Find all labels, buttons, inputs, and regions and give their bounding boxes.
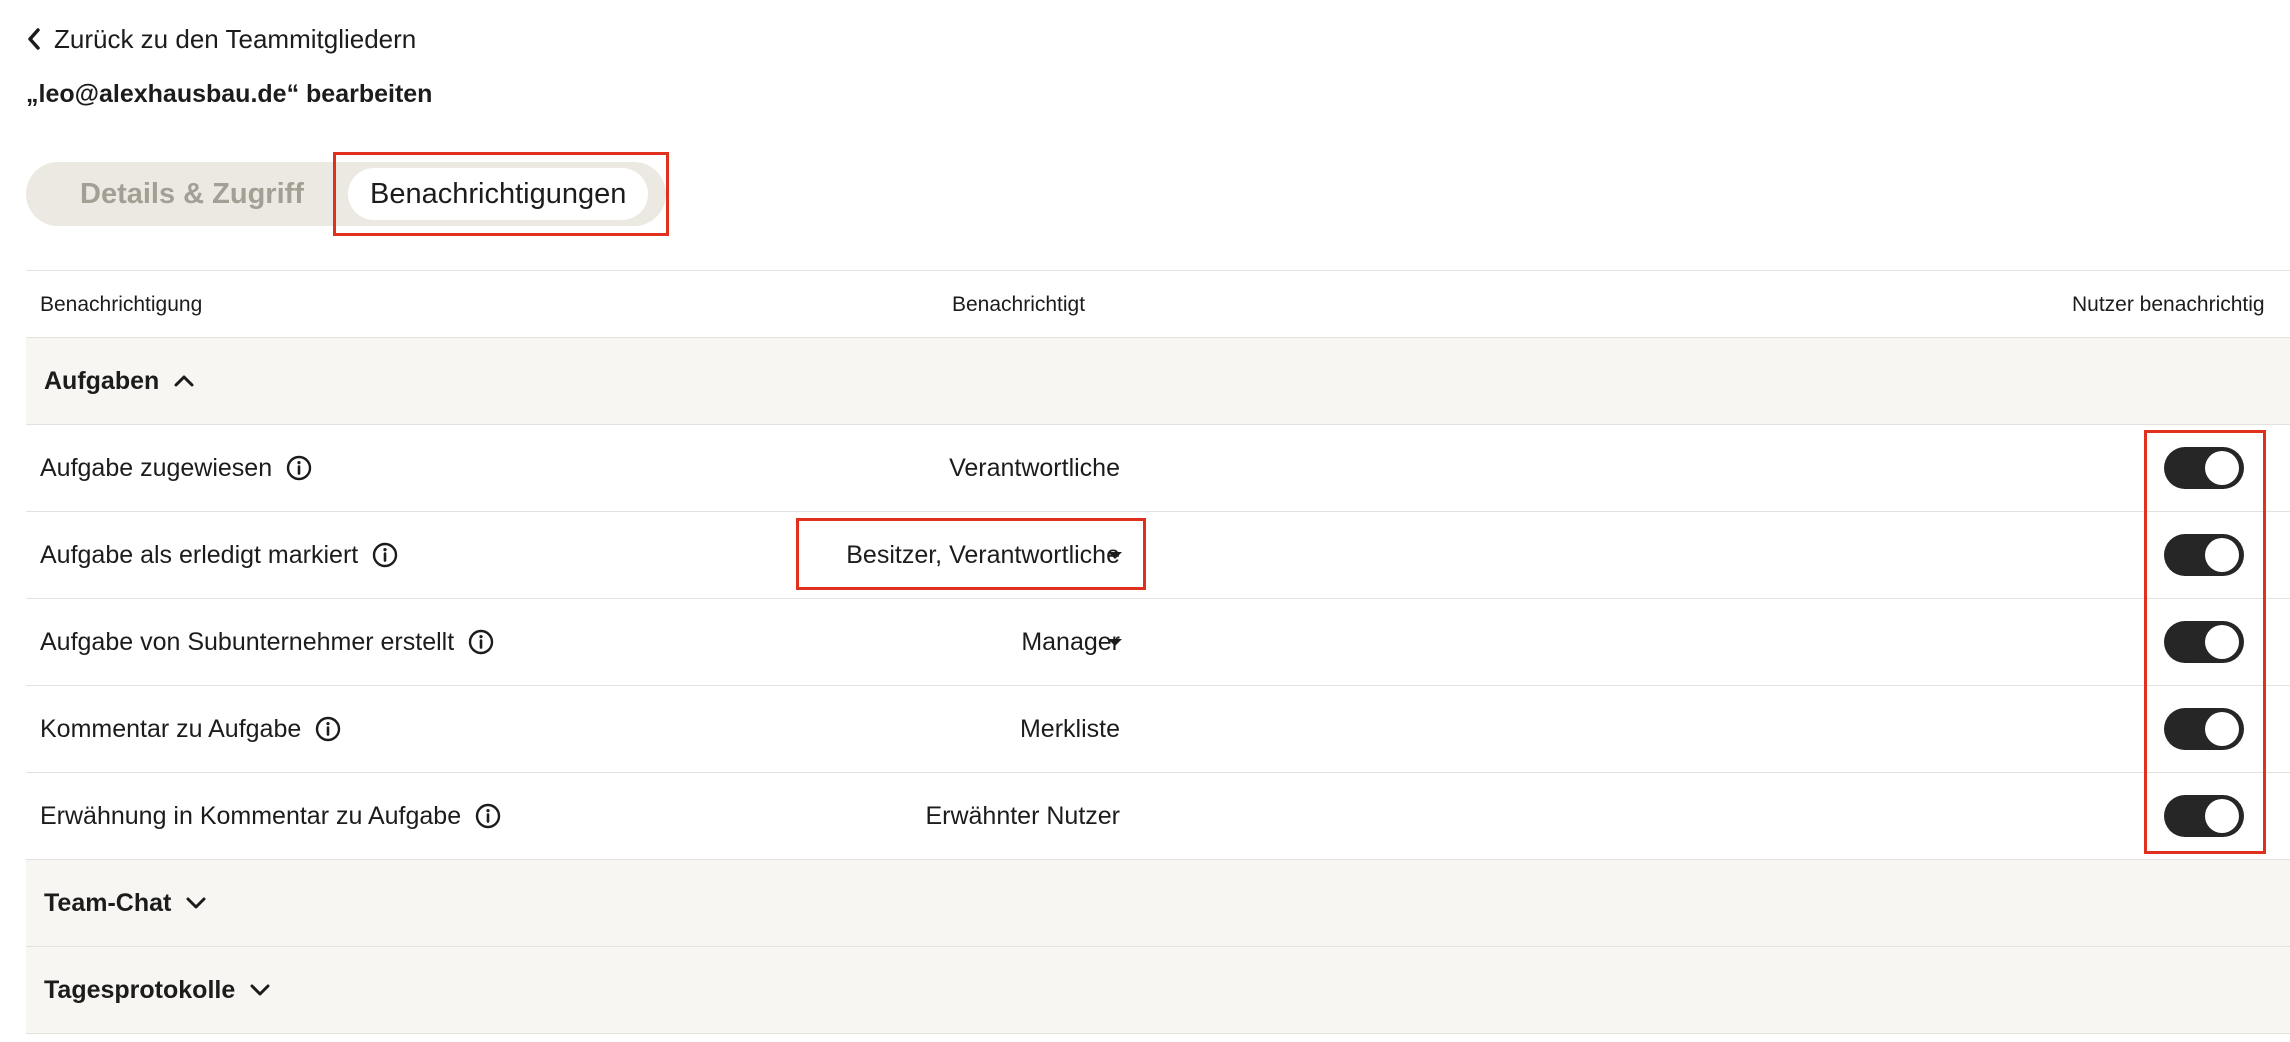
column-header-notify-user: Nutzer benachrichtig	[2072, 293, 2265, 316]
tab-notifications[interactable]: Benachrichtigungen	[348, 168, 649, 220]
table-row: Aufgabe zugewiesen Verantwortliche	[26, 425, 2290, 512]
info-circle-icon[interactable]	[475, 803, 501, 829]
notify-user-toggle[interactable]	[2164, 447, 2244, 489]
caret-down-icon[interactable]	[1108, 552, 1122, 559]
tab-details-access[interactable]: Details & Zugriff	[80, 162, 304, 226]
toggle-knob	[2205, 451, 2239, 485]
table-row: Erwähnung in Kommentar zu Aufgabe Erwähn…	[26, 773, 2290, 860]
info-circle-icon[interactable]	[372, 542, 398, 568]
column-header-notified: Benachrichtigt	[952, 293, 1086, 316]
page-title: „leo@alexhausbau.de“ bearbeiten	[26, 80, 433, 108]
chevron-up-icon	[174, 375, 194, 387]
info-circle-icon[interactable]	[468, 629, 494, 655]
notify-user-toggle[interactable]	[2164, 795, 2244, 837]
notified-recipients: Verantwortliche	[949, 453, 1120, 482]
notified-recipients-dropdown[interactable]: Besitzer, Verantwortliche	[846, 512, 1120, 598]
back-link-label: Zurück zu den Teammitgliedern	[54, 23, 417, 54]
notify-user-toggle[interactable]	[2164, 708, 2244, 750]
notification-name: Aufgabe von Subunternehmer erstellt	[40, 627, 455, 656]
chevron-left-icon	[28, 28, 40, 50]
notify-user-toggle[interactable]	[2164, 621, 2244, 663]
toggle-knob	[2205, 625, 2239, 659]
info-circle-icon[interactable]	[286, 455, 312, 481]
notifications-table: Benachrichtigung Benachrichtigt Nutzer b…	[26, 270, 2290, 1034]
table-row: Aufgabe als erledigt markiert Besitzer, …	[26, 512, 2290, 599]
table-row: Aufgabe von Subunternehmer erstellt Mana…	[26, 599, 2290, 686]
notified-recipients: Erwähnter Nutzer	[925, 801, 1120, 830]
back-link[interactable]: Zurück zu den Teammitgliedern	[26, 22, 416, 56]
tab-bar: Details & Zugriff Benachrichtigungen	[26, 162, 666, 226]
caret-down-icon[interactable]	[1108, 639, 1122, 646]
notification-name: Aufgabe als erledigt markiert	[40, 540, 359, 569]
toggle-knob	[2205, 538, 2239, 572]
chevron-down-icon	[186, 897, 206, 909]
section-title: Team-Chat	[44, 888, 172, 917]
section-header-team-chat[interactable]: Team-Chat	[26, 860, 2290, 947]
section-title: Tagesprotokolle	[44, 975, 236, 1004]
info-circle-icon[interactable]	[315, 716, 341, 742]
chevron-down-icon	[250, 984, 270, 996]
column-header-notification: Benachrichtigung	[40, 293, 203, 316]
notified-recipients-dropdown[interactable]: Manager	[1021, 599, 1120, 685]
toggle-knob	[2205, 799, 2239, 833]
section-header-tagesprotokolle[interactable]: Tagesprotokolle	[26, 947, 2290, 1034]
notification-name: Erwähnung in Kommentar zu Aufgabe	[40, 801, 462, 830]
table-header: Benachrichtigung Benachrichtigt Nutzer b…	[26, 270, 2290, 338]
table-row: Kommentar zu Aufgabe Merkliste	[26, 686, 2290, 773]
section-header-aufgaben[interactable]: Aufgaben	[26, 338, 2290, 425]
toggle-knob	[2205, 712, 2239, 746]
notify-user-toggle[interactable]	[2164, 534, 2244, 576]
section-title: Aufgaben	[44, 366, 160, 395]
notification-name: Kommentar zu Aufgabe	[40, 714, 302, 743]
notification-name: Aufgabe zugewiesen	[40, 453, 273, 482]
notified-recipients: Merkliste	[1019, 714, 1120, 743]
